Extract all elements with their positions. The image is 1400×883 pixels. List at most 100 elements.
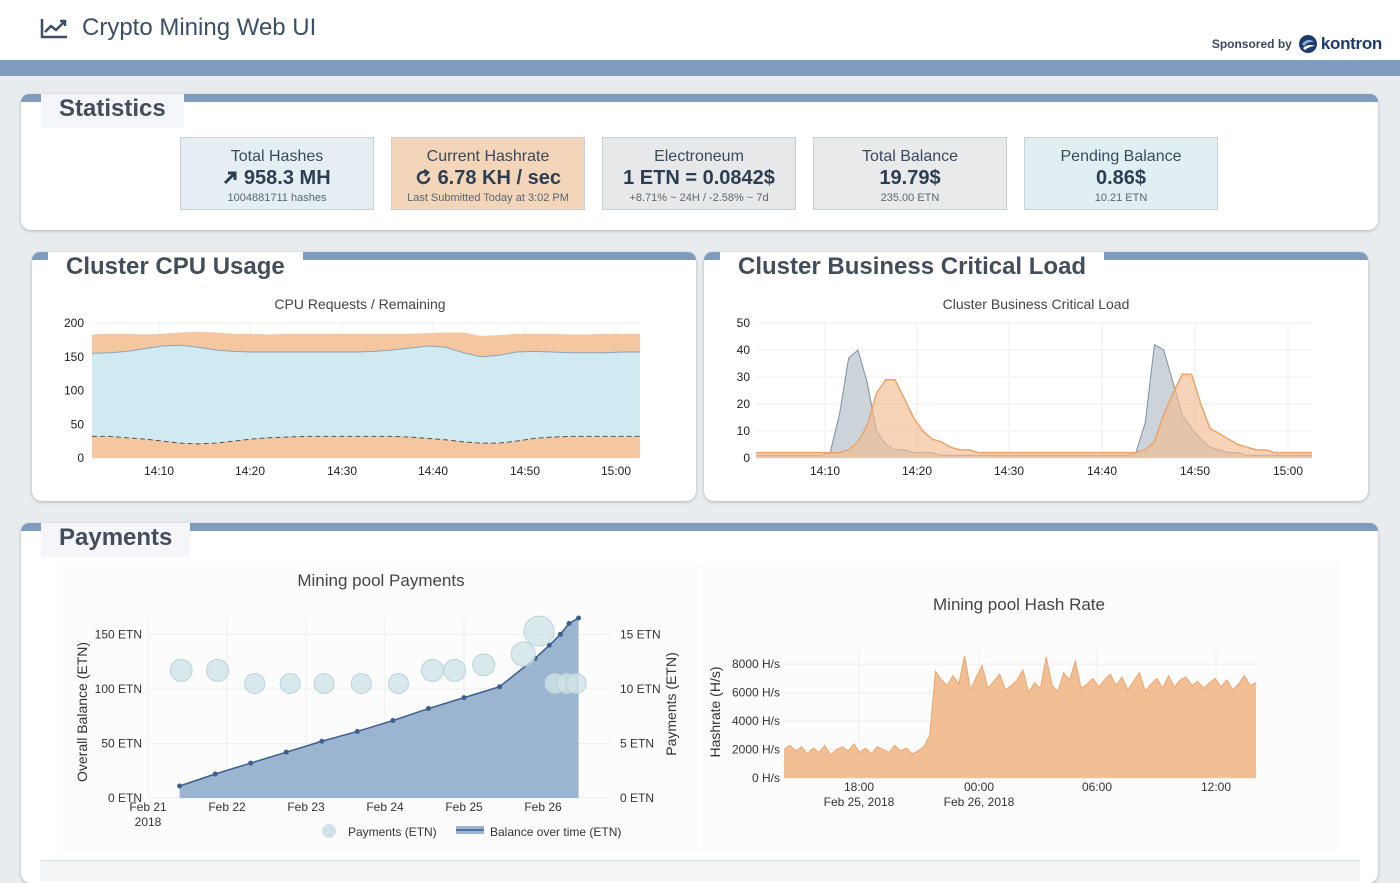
y2-tick-label: 15 ETN — [620, 627, 661, 641]
x-tick-sub-label: Feb 26, 2018 — [944, 795, 1015, 809]
stat-sub: 235.00 ETN — [880, 192, 940, 204]
y2-tick-label: 10 ETN — [620, 682, 661, 696]
stat-sub: +8.71% ~ 24H / -2.58% ~ 7d — [629, 192, 769, 204]
x-tick-label: Feb 23 — [287, 800, 325, 814]
app-title: Crypto Mining Web UI — [82, 14, 317, 41]
payment-bubble — [206, 658, 230, 682]
refresh-icon — [416, 168, 431, 185]
y2-tick-label: 5 ETN — [620, 736, 654, 750]
x-tick-label: 14:40 — [418, 464, 448, 478]
stat-sub: 10.21 ETN — [1094, 192, 1148, 204]
stat-sub: Last Submitted Today at 3:02 PM — [407, 192, 569, 204]
balance-point — [566, 620, 572, 626]
balance-point — [248, 760, 254, 766]
stat-value-text: 958.3 MH — [243, 167, 331, 189]
stat-sub: 1004881711 hashes — [227, 192, 327, 204]
bottom-row-panel — [40, 860, 1360, 881]
mining-pool-hashrate-chart[interactable]: Mining pool Hash Rate 0 H/s 2000 H/s 4000 H… — [700, 562, 1340, 852]
x-tick-label: Feb 26 — [524, 800, 562, 814]
legend-payments-label: Payments (ETN) — [348, 825, 437, 839]
stat-value: 958.3 MH — [181, 167, 373, 190]
stat-value: 1 ETN = 0.0842$ — [623, 167, 775, 189]
cpu-usage-chart[interactable]: CPU Requests / Remaining 0 50 100 150 200 14:1… — [32, 292, 696, 492]
stat-title: Current Hashrate — [426, 148, 550, 165]
y-axis-label: Overall Balance (ETN) — [74, 642, 90, 782]
payments-title: Payments — [41, 523, 191, 557]
x-tick-sub-label: Feb 25, 2018 — [824, 795, 895, 809]
y-tick-label: 100 ETN — [95, 682, 142, 696]
kontron-logo: kontron — [1298, 34, 1382, 54]
app-brand[interactable]: Crypto Mining Web UI — [40, 14, 316, 42]
x-tick-label: 14:30 — [994, 464, 1024, 478]
y-tick-label: 0 — [743, 451, 750, 465]
x-tick-label: 14:10 — [144, 464, 174, 478]
balance-point — [283, 749, 289, 755]
stat-value: 0.86$ — [1095, 167, 1147, 189]
stat-value-text: 6.78 KH / sec — [437, 167, 561, 189]
x-tick-label: 14:30 — [327, 464, 357, 478]
y-tick-label: 2000 H/s — [732, 743, 780, 757]
y-tick-label: 10 — [737, 424, 751, 438]
chart-title: Cluster Business Critical Load — [943, 296, 1130, 312]
payment-bubble — [350, 672, 372, 694]
balance-point — [461, 695, 467, 701]
payment-bubble — [523, 615, 555, 647]
balance-point — [497, 684, 503, 690]
chart-title: CPU Requests / Remaining — [274, 296, 445, 312]
sponsor-name: kontron — [1320, 34, 1382, 53]
x-tick-label: 14:50 — [1180, 464, 1210, 478]
x-tick-sub-label: 2018 — [135, 815, 162, 829]
stat-card-total-hashes: Total Hashes 958.3 MH 1004881711 hashes — [180, 137, 374, 210]
y-tick-label: 100 — [64, 384, 84, 398]
balance-point — [212, 771, 218, 777]
x-tick-label: 14:10 — [810, 464, 840, 478]
chart-title: Mining pool Payments — [297, 571, 464, 590]
x-tick-label: 14:40 — [1087, 464, 1117, 478]
stat-card-pending-balance: Pending Balance 0.86$ 10.21 ETN — [1024, 137, 1218, 210]
y-axis-label: Hashrate (H/s) — [707, 666, 723, 757]
x-tick-label: Feb 24 — [366, 800, 404, 814]
stat-title: Pending Balance — [1060, 148, 1182, 165]
balance-point — [557, 631, 563, 637]
y-tick-label: 150 ETN — [95, 627, 142, 641]
x-tick-label: 14:20 — [235, 464, 265, 478]
payment-bubble — [313, 672, 335, 694]
payment-bubble — [279, 672, 301, 694]
y-tick-label: 50 — [71, 417, 85, 431]
x-tick-label: 18:00 — [844, 780, 874, 794]
x-tick-label: 06:00 — [1082, 780, 1112, 794]
y-tick-label: 40 — [737, 343, 751, 357]
x-tick-label: 14:50 — [510, 464, 540, 478]
payment-bubble — [420, 658, 444, 682]
x-tick-label: Feb 25 — [445, 800, 483, 814]
payment-bubble — [387, 672, 409, 694]
y-tick-label: 50 — [737, 316, 751, 330]
top-bar: Crypto Mining Web UI Sponsored by kontro… — [0, 0, 1400, 60]
business-load-chart[interactable]: Cluster Business Critical Load 0 10 20 30 40 5… — [704, 292, 1368, 492]
stat-title: Electroneum — [654, 148, 744, 165]
y-tick-label: 0 H/s — [752, 771, 780, 785]
x-tick-label: 00:00 — [964, 780, 994, 794]
header-band — [0, 60, 1400, 76]
y-tick-label: 4000 H/s — [732, 714, 780, 728]
stat-card-electroneum: Electroneum 1 ETN = 0.0842$ +8.71% ~ 24H… — [602, 137, 796, 210]
x-tick-label: 15:00 — [1273, 464, 1303, 478]
trend-up-arrow-icon — [224, 171, 237, 185]
x-tick-label: Feb 21 — [129, 800, 167, 814]
payment-bubble — [244, 672, 266, 694]
legend-balance-label: Balance over time (ETN) — [490, 825, 621, 839]
load-panel-title: Cluster Business Critical Load — [720, 252, 1105, 286]
payment-bubble — [169, 658, 193, 682]
sponsor[interactable]: Sponsored by kontron — [1212, 34, 1382, 54]
panel-top-border — [21, 94, 1378, 102]
mining-pool-payments-chart[interactable]: Mining pool Payments 0 ETN 50 ETN 100 ETN 15… — [60, 562, 700, 852]
payment-bubble — [472, 653, 496, 677]
x-tick-label: 14:20 — [902, 464, 932, 478]
balance-point — [177, 783, 183, 789]
y2-tick-label: 0 ETN — [620, 791, 654, 805]
balance-point — [354, 728, 360, 734]
x-tick-label: 12:00 — [1201, 780, 1231, 794]
stat-title: Total Balance — [861, 148, 959, 165]
cpu-panel-title: Cluster CPU Usage — [48, 252, 303, 286]
stat-card-total-balance: Total Balance 19.79$ 235.00 ETN — [813, 137, 1007, 210]
